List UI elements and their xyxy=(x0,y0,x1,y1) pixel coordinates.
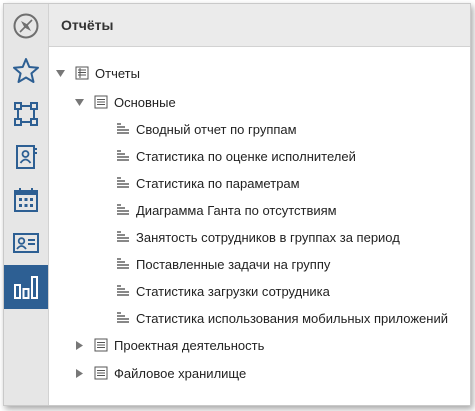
sidebar xyxy=(4,4,49,405)
triangle-right-icon xyxy=(75,340,83,350)
report-icon xyxy=(117,150,129,161)
tree-leaf-label: Сводный отчет по группам xyxy=(136,121,297,137)
tree-leaf-label: Поставленные задачи на группу xyxy=(136,256,331,272)
tree-toggle-root[interactable] xyxy=(55,68,65,78)
sidebar-item-employees[interactable] xyxy=(4,221,48,265)
reports-window: Отчёты Отчеты Основные Сводный отчет по … xyxy=(3,3,471,406)
report-icon xyxy=(117,258,129,269)
folder-list-icon xyxy=(94,366,108,380)
bar-chart-icon xyxy=(14,276,38,299)
tree-node-label: Проектная деятельность xyxy=(114,337,265,353)
tree-leaf[interactable]: Сводный отчет по группам xyxy=(116,120,297,138)
tree-leaf-label: Статистика по параметрам xyxy=(136,175,300,191)
tree-toggle-group[interactable] xyxy=(74,368,84,378)
compass-icon xyxy=(13,13,39,39)
tree-node-group-projects[interactable]: Проектная деятельность xyxy=(94,336,264,354)
page-header: Отчёты xyxy=(49,4,470,47)
folder-list-icon xyxy=(94,95,108,109)
tree-leaf-label: Занятость сотрудников в группах за перио… xyxy=(136,229,400,245)
star-icon xyxy=(13,58,39,83)
tree-node-group-basic[interactable]: Основные xyxy=(94,93,176,111)
report-icon xyxy=(117,177,129,188)
tree-leaf-label: Статистика загрузки сотрудника xyxy=(136,283,330,299)
sidebar-item-favorites[interactable] xyxy=(4,49,48,93)
sidebar-item-contacts[interactable] xyxy=(4,135,48,179)
tree-leaf[interactable]: Занятость сотрудников в группах за перио… xyxy=(116,228,400,246)
tree-toggle-group[interactable] xyxy=(74,97,84,107)
triangle-down-icon xyxy=(55,69,65,77)
workflow-icon xyxy=(14,102,38,126)
report-list-icon xyxy=(75,66,89,80)
reports-tree: Отчеты Основные Сводный отчет по группам xyxy=(49,47,470,405)
contact-card-icon xyxy=(16,145,37,169)
tree-node-label: Файловое хранилище xyxy=(114,365,247,381)
tree-leaf-label: Статистика использования мобильных прило… xyxy=(136,310,448,326)
report-icon xyxy=(117,123,129,134)
page-title: Отчёты xyxy=(61,17,114,33)
tree-leaf[interactable]: Диаграмма Ганта по отсутствиям xyxy=(116,201,337,219)
report-icon xyxy=(117,231,129,242)
tree-leaf[interactable]: Статистика использования мобильных прило… xyxy=(116,309,448,327)
tree-leaf[interactable]: Статистика по параметрам xyxy=(116,174,300,192)
tree-node-root[interactable]: Отчеты xyxy=(75,64,140,82)
tree-toggle-group[interactable] xyxy=(74,340,84,350)
tree-node-group-file-storage[interactable]: Файловое хранилище xyxy=(94,364,246,382)
tree-leaf-label: Диаграмма Ганта по отсутствиям xyxy=(136,202,337,218)
triangle-right-icon xyxy=(75,368,83,378)
tree-leaf[interactable]: Статистика по оценке исполнителей xyxy=(116,147,356,165)
tree-leaf[interactable]: Поставленные задачи на группу xyxy=(116,255,330,273)
tree-node-label: Основные xyxy=(114,94,176,110)
report-icon xyxy=(117,204,129,215)
sidebar-item-reports[interactable] xyxy=(4,265,48,309)
tree-node-label: Отчеты xyxy=(95,65,140,81)
folder-list-icon xyxy=(94,338,108,352)
calendar-icon xyxy=(14,188,38,212)
id-card-icon xyxy=(13,233,39,253)
report-icon xyxy=(117,312,129,323)
tree-leaf-label: Статистика по оценке исполнителей xyxy=(136,148,356,164)
tree-leaf[interactable]: Статистика загрузки сотрудника xyxy=(116,282,330,300)
triangle-down-icon xyxy=(74,98,84,106)
sidebar-item-calendar[interactable] xyxy=(4,178,48,222)
sidebar-item-processes[interactable] xyxy=(4,92,48,136)
sidebar-item-navigator[interactable] xyxy=(4,4,48,48)
report-icon xyxy=(117,285,129,296)
